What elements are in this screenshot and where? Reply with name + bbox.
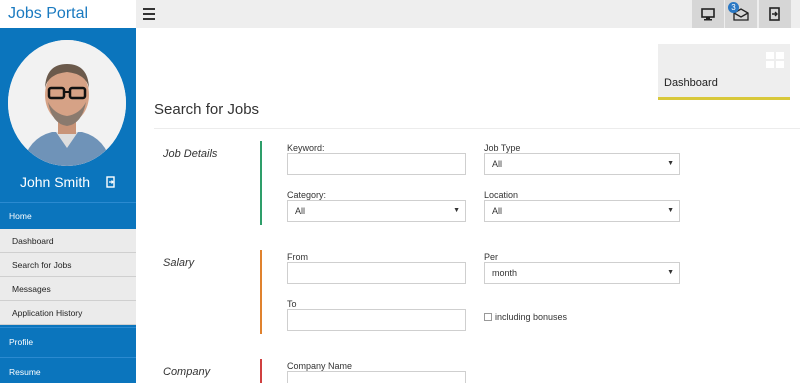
from-label: From — [287, 252, 308, 262]
notification-badge: 3 — [728, 2, 739, 13]
sidebar: John Smith Home Dashboard Search for Job… — [0, 28, 136, 383]
to-label: To — [287, 299, 297, 309]
dashboard-tile[interactable]: Dashboard — [658, 44, 790, 100]
company-name-label: Company Name — [287, 361, 353, 371]
sidebar-item-dashboard[interactable]: Dashboard — [0, 229, 136, 253]
user-photo — [8, 40, 126, 166]
section-bar-company — [260, 359, 262, 383]
location-select[interactable]: All ▼ — [484, 200, 680, 222]
avatar[interactable] — [8, 40, 126, 166]
monitor-icon — [701, 7, 715, 20]
job-type-select[interactable]: All ▼ — [484, 153, 680, 175]
location-value: All — [492, 206, 503, 216]
logout-icon — [769, 7, 780, 21]
dropdown-caret-icon: ▼ — [667, 160, 674, 167]
section-bar-salary — [260, 250, 262, 334]
divider — [154, 128, 800, 129]
job-type-value: All — [492, 159, 503, 169]
salary-from-input[interactable] — [287, 262, 466, 284]
per-label: Per — [484, 252, 499, 262]
including-bonuses-checkbox[interactable] — [484, 313, 492, 321]
salary-to-input[interactable] — [287, 309, 466, 331]
sidebar-submenu: Dashboard Search for Jobs Messages Appli… — [0, 229, 136, 325]
section-company: Company — [163, 366, 211, 378]
logout-button[interactable] — [759, 0, 791, 28]
dashboard-tile-label: Dashboard — [664, 77, 718, 89]
section-job-details: Job Details — [163, 148, 218, 160]
section-bar-job-details — [260, 141, 262, 225]
per-value: month — [492, 268, 518, 278]
sidebar-item-home[interactable]: Home — [0, 202, 136, 228]
sidebar-item-profile[interactable]: Profile — [0, 327, 136, 355]
location-label: Location — [484, 190, 519, 200]
sidebar-item-search-for-jobs[interactable]: Search for Jobs — [0, 253, 136, 277]
category-value: All — [295, 206, 306, 216]
category-select[interactable]: All ▼ — [287, 200, 466, 222]
per-select[interactable]: month ▼ — [484, 262, 680, 284]
keyword-label: Keyword: — [287, 143, 325, 153]
app-title[interactable]: Jobs Portal — [0, 0, 136, 28]
messages-button[interactable]: 3 — [725, 0, 757, 28]
sidebar-item-resume[interactable]: Resume — [0, 357, 136, 383]
including-bonuses-label[interactable]: including bonuses — [495, 312, 567, 322]
monitor-button[interactable] — [692, 0, 724, 28]
dropdown-caret-icon: ▼ — [667, 269, 674, 276]
job-type-label: Job Type — [484, 143, 521, 153]
sidebar-item-messages[interactable]: Messages — [0, 277, 136, 301]
sidebar-item-application-history[interactable]: Application History — [0, 301, 136, 325]
top-bar: Jobs Portal 3 — [0, 0, 800, 28]
page-title: Search for Jobs — [154, 101, 260, 118]
dropdown-caret-icon: ▼ — [667, 207, 674, 214]
category-label: Category: — [287, 190, 327, 200]
menu-icon[interactable] — [143, 5, 155, 21]
user-name: John Smith — [19, 174, 91, 190]
keyword-input[interactable] — [287, 153, 466, 175]
dropdown-caret-icon: ▼ — [453, 207, 460, 214]
logout-icon[interactable] — [106, 176, 116, 188]
company-name-input[interactable] — [287, 371, 466, 383]
section-salary: Salary — [163, 257, 195, 269]
windows-icon — [766, 52, 784, 68]
